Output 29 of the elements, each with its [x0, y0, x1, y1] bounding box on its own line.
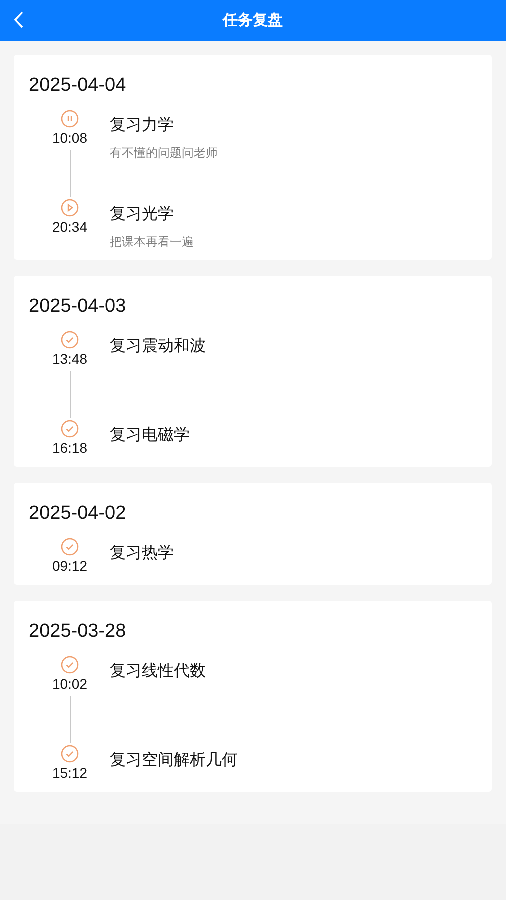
- check-icon: [61, 656, 79, 674]
- task-title[interactable]: 复习电磁学: [110, 425, 190, 445]
- date-heading: 2025-04-04: [29, 74, 128, 98]
- task-time: 09:12: [52, 557, 88, 575]
- task-note: 把课本再看一遍: [110, 234, 194, 250]
- check-icon: [61, 420, 79, 438]
- check-icon: [61, 745, 79, 763]
- task-time: 16:18: [52, 439, 88, 457]
- date-heading: 2025-03-28: [29, 620, 128, 644]
- check-icon: [61, 538, 79, 556]
- task-title[interactable]: 复习力学: [110, 115, 218, 135]
- task-title[interactable]: 复习热学: [110, 543, 174, 563]
- back-icon: [14, 11, 24, 29]
- play-icon: [61, 199, 79, 217]
- task-time: 15:12: [52, 764, 88, 782]
- date-heading: 2025-04-03: [29, 295, 128, 319]
- task-time: 20:34: [52, 218, 88, 236]
- task-title[interactable]: 复习震动和波: [110, 336, 206, 356]
- task-time: 10:02: [52, 675, 88, 693]
- task-time: 13:48: [52, 350, 88, 368]
- task-title[interactable]: 复习光学: [110, 204, 194, 224]
- task-note: 有不懂的问题问老师: [110, 145, 218, 161]
- page-title: 任务复盘: [223, 11, 283, 30]
- task-title[interactable]: 复习线性代数: [110, 661, 206, 681]
- pause-icon: [61, 110, 79, 128]
- task-time: 10:08: [52, 129, 88, 147]
- check-icon: [61, 331, 79, 349]
- task-title[interactable]: 复习空间解析几何: [110, 750, 238, 770]
- date-heading: 2025-04-02: [29, 502, 128, 526]
